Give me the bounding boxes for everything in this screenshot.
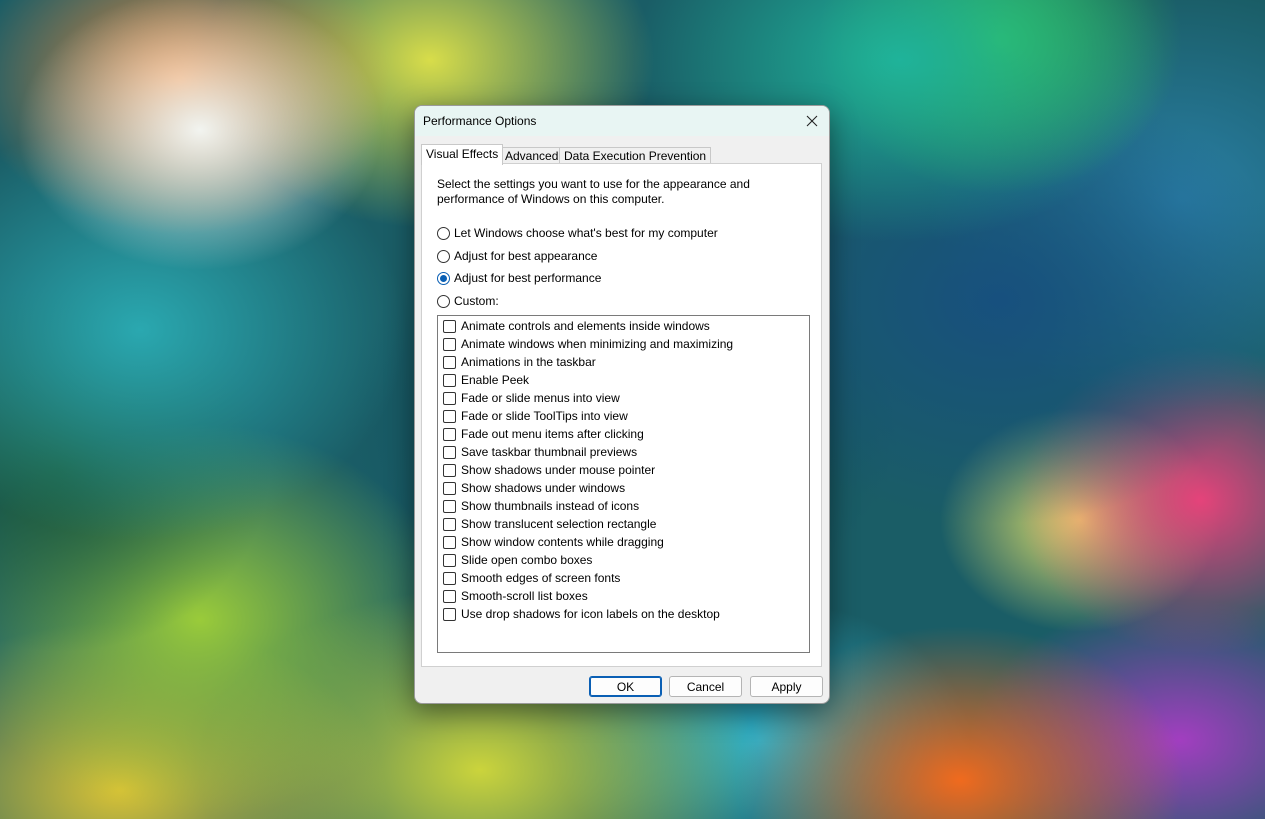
list-item[interactable]: Smooth edges of screen fonts [443,569,620,587]
checkbox[interactable] [443,517,456,531]
cancel-button[interactable]: Cancel [669,676,742,697]
dialog-title: Performance Options [423,114,537,128]
checkbox-label: Use drop shadows for icon labels on the … [461,607,720,621]
checkbox[interactable] [443,463,456,477]
radio-button[interactable] [437,271,450,285]
list-item[interactable]: Animations in the taskbar [443,353,596,371]
radio-best-performance[interactable]: Adjust for best performance [437,270,601,286]
checkbox-label: Smooth edges of screen fonts [461,571,621,585]
checkbox-label: Show window contents while dragging [461,535,664,549]
list-item[interactable]: Show thumbnails instead of icons [443,497,639,515]
checkbox-label: Show shadows under windows [461,481,626,495]
radio-custom[interactable]: Custom: [437,293,499,309]
checkbox[interactable] [443,319,456,333]
checkbox-label: Save taskbar thumbnail previews [461,445,638,459]
tab-advanced[interactable]: Advanced [500,147,564,164]
list-item[interactable]: Smooth-scroll list boxes [443,587,588,605]
list-item[interactable]: Save taskbar thumbnail previews [443,443,637,461]
checkbox[interactable] [443,481,456,495]
tab-visual-effects[interactable]: Visual Effects [421,144,504,165]
radio-button[interactable] [437,226,450,240]
list-item[interactable]: Show translucent selection rectangle [443,515,656,533]
checkbox-label: Show translucent selection rectangle [461,517,657,531]
radio-label: Adjust for best appearance [454,249,598,263]
checkbox[interactable] [443,607,456,621]
ok-button[interactable]: OK [589,676,662,697]
checkbox-label: Fade out menu items after clicking [461,427,644,441]
tab-data-execution-prevention[interactable]: Data Execution Prevention [559,147,712,164]
close-icon [806,115,818,127]
checkbox[interactable] [443,553,456,567]
checkbox-label: Show thumbnails instead of icons [461,499,640,513]
tab-label: Advanced [505,149,559,163]
list-item[interactable]: Show window contents while dragging [443,533,664,551]
checkbox[interactable] [443,589,456,603]
checkbox[interactable] [443,535,456,549]
visual-effects-list[interactable]: Animate controls and elements inside win… [437,315,810,653]
radio-let-windows-choose[interactable]: Let Windows choose what's best for my co… [437,225,718,241]
checkbox[interactable] [443,445,456,459]
close-button[interactable] [795,106,829,136]
performance-options-dialog: Performance Options Visual Effects Advan… [414,105,830,704]
checkbox[interactable] [443,427,456,441]
list-item[interactable]: Fade or slide ToolTips into view [443,407,628,425]
checkbox[interactable] [443,391,456,405]
radio-label: Custom: [454,294,499,308]
radio-label: Adjust for best performance [454,271,602,285]
checkbox-label: Animate controls and elements inside win… [461,319,710,333]
list-item[interactable]: Animate windows when minimizing and maxi… [443,335,733,353]
radio-button[interactable] [437,249,450,263]
list-item[interactable]: Use drop shadows for icon labels on the … [443,605,720,623]
checkbox[interactable] [443,571,456,585]
list-item[interactable]: Animate controls and elements inside win… [443,317,710,335]
description-text: Select the settings you want to use for … [437,177,750,206]
checkbox[interactable] [443,409,456,423]
checkbox-label: Show shadows under mouse pointer [461,463,656,477]
list-item[interactable]: Enable Peek [443,371,529,389]
checkbox-label: Fade or slide menus into view [461,391,620,405]
checkbox[interactable] [443,373,456,387]
title-bar[interactable]: Performance Options [415,106,829,136]
checkbox-label: Slide open combo boxes [461,553,593,567]
radio-button[interactable] [437,294,450,308]
list-item[interactable]: Fade or slide menus into view [443,389,620,407]
list-item[interactable]: Fade out menu items after clicking [443,425,644,443]
radio-best-appearance[interactable]: Adjust for best appearance [437,248,597,264]
checkbox[interactable] [443,337,456,351]
list-item[interactable]: Show shadows under mouse pointer [443,461,655,479]
checkbox[interactable] [443,499,456,513]
checkbox-label: Fade or slide ToolTips into view [461,409,628,423]
checkbox-label: Enable Peek [461,373,530,387]
list-item[interactable]: Show shadows under windows [443,479,625,497]
checkbox-label: Animate windows when minimizing and maxi… [461,337,734,351]
apply-button[interactable]: Apply [750,676,823,697]
checkbox-label: Smooth-scroll list boxes [461,589,588,603]
checkbox-label: Animations in the taskbar [461,355,596,369]
visual-effects-panel: Select the settings you want to use for … [421,163,822,667]
list-item[interactable]: Slide open combo boxes [443,551,592,569]
radio-label: Let Windows choose what's best for my co… [454,226,718,240]
checkbox[interactable] [443,355,456,369]
tab-label: Data Execution Prevention [564,149,707,163]
tab-label: Visual Effects [426,147,499,161]
